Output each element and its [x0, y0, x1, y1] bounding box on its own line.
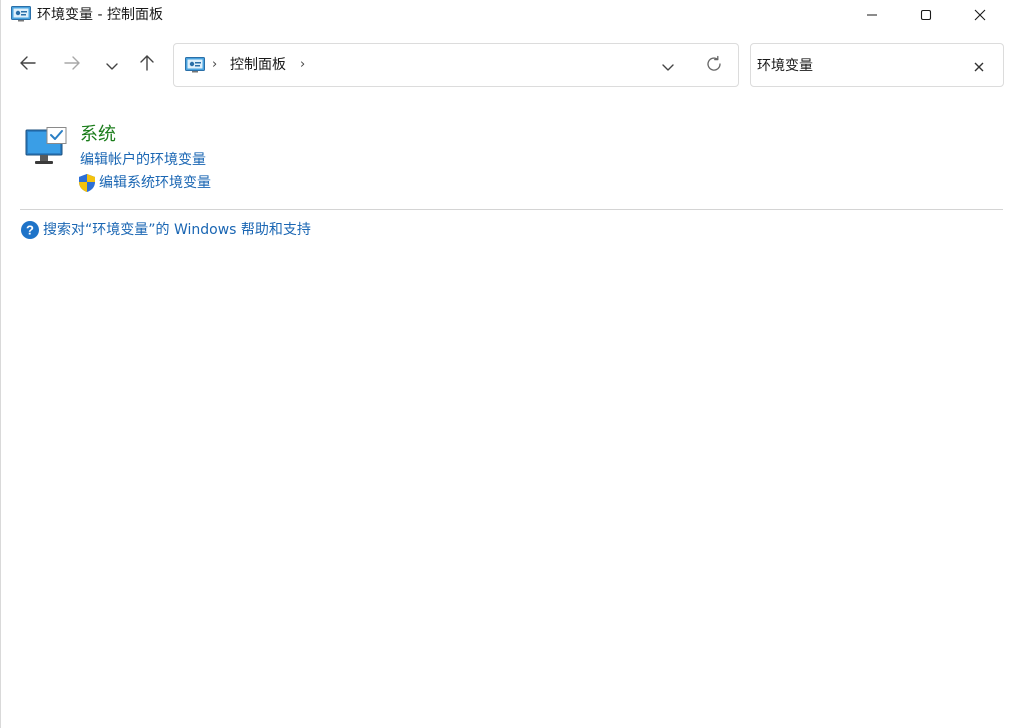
window-title: 环境变量 - 控制面板 [37, 7, 163, 23]
navigation-bar: › 控制面板 › 环境变量 [1, 30, 1014, 100]
control-panel-icon [11, 6, 31, 22]
close-button[interactable] [957, 0, 1003, 30]
search-box[interactable]: 环境变量 [750, 43, 1004, 87]
control-panel-icon [185, 57, 205, 73]
forward-button[interactable] [57, 50, 87, 80]
close-icon [974, 57, 984, 76]
edit-user-env-vars-link[interactable]: 编辑帐户的环境变量 [80, 151, 206, 169]
close-icon [974, 9, 986, 21]
arrow-up-icon [139, 54, 155, 76]
title-bar: 环境变量 - 控制面板 [1, 0, 1014, 30]
address-bar[interactable]: › 控制面板 › [173, 43, 739, 87]
breadcrumb-separator[interactable]: › [300, 57, 305, 72]
system-monitor-icon[interactable] [25, 127, 69, 167]
maximize-button[interactable] [903, 0, 949, 30]
breadcrumb-control-panel[interactable]: 控制面板 [230, 56, 286, 74]
breadcrumb-separator[interactable]: › [212, 57, 217, 72]
svg-text:?: ? [26, 223, 34, 238]
back-button[interactable] [13, 50, 43, 80]
windows-help-search-link[interactable]: 搜索对“环境变量”的 Windows 帮助和支持 [43, 221, 311, 239]
category-title-system[interactable]: 系统 [80, 124, 116, 146]
chevron-down-icon [661, 57, 675, 76]
refresh-button[interactable] [702, 55, 726, 77]
arrow-left-icon [19, 55, 37, 75]
divider [20, 209, 1003, 210]
uac-shield-icon [77, 173, 97, 193]
minimize-button[interactable] [849, 0, 895, 30]
up-button[interactable] [132, 50, 162, 80]
search-input[interactable]: 环境变量 [757, 57, 813, 75]
address-dropdown-button[interactable] [656, 57, 680, 75]
recent-locations-button[interactable] [97, 50, 127, 80]
control-panel-window: 环境变量 - 控制面板 › 控制面板 › 环境变量 系统 编辑帐户的环境变量 编… [0, 0, 1014, 728]
refresh-icon [705, 55, 723, 77]
arrow-right-icon [63, 55, 81, 75]
minimize-icon [866, 9, 878, 21]
clear-search-button[interactable] [969, 56, 989, 76]
chevron-down-icon [105, 56, 119, 75]
help-icon: ? [20, 220, 40, 240]
edit-system-env-vars-link[interactable]: 编辑系统环境变量 [99, 174, 211, 192]
maximize-icon [920, 9, 932, 21]
